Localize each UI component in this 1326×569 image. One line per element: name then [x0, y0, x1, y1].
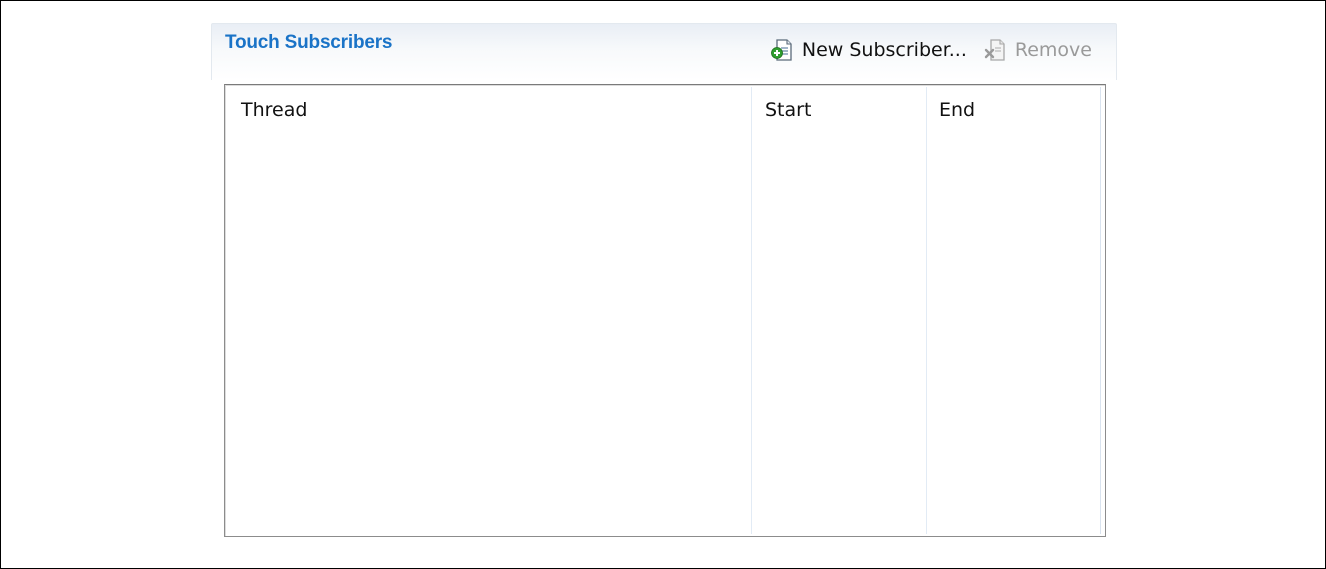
column-header-end[interactable]: End: [939, 99, 975, 121]
new-item-icon: [770, 37, 796, 63]
column-header-start[interactable]: Start: [765, 99, 811, 121]
table-body[interactable]: [225, 135, 1105, 535]
new-subscriber-button[interactable]: New Subscriber...: [770, 37, 967, 63]
remove-label: Remove: [1014, 39, 1092, 61]
section-header: Touch Subscribers New Subscriber... Remo…: [211, 23, 1117, 80]
subscribers-table[interactable]: Thread Start End: [224, 84, 1106, 537]
column-header-thread[interactable]: Thread: [241, 99, 307, 121]
window-frame: Touch Subscribers New Subscriber... Remo…: [0, 0, 1326, 569]
touch-subscribers-section: Touch Subscribers New Subscriber... Remo…: [211, 23, 1117, 543]
remove-button[interactable]: Remove: [983, 37, 1092, 63]
section-toolbar: New Subscriber... Remove: [770, 36, 1092, 64]
new-subscriber-label: New Subscriber...: [801, 39, 967, 61]
remove-item-icon: [983, 37, 1009, 63]
section-title: Touch Subscribers: [225, 32, 393, 53]
